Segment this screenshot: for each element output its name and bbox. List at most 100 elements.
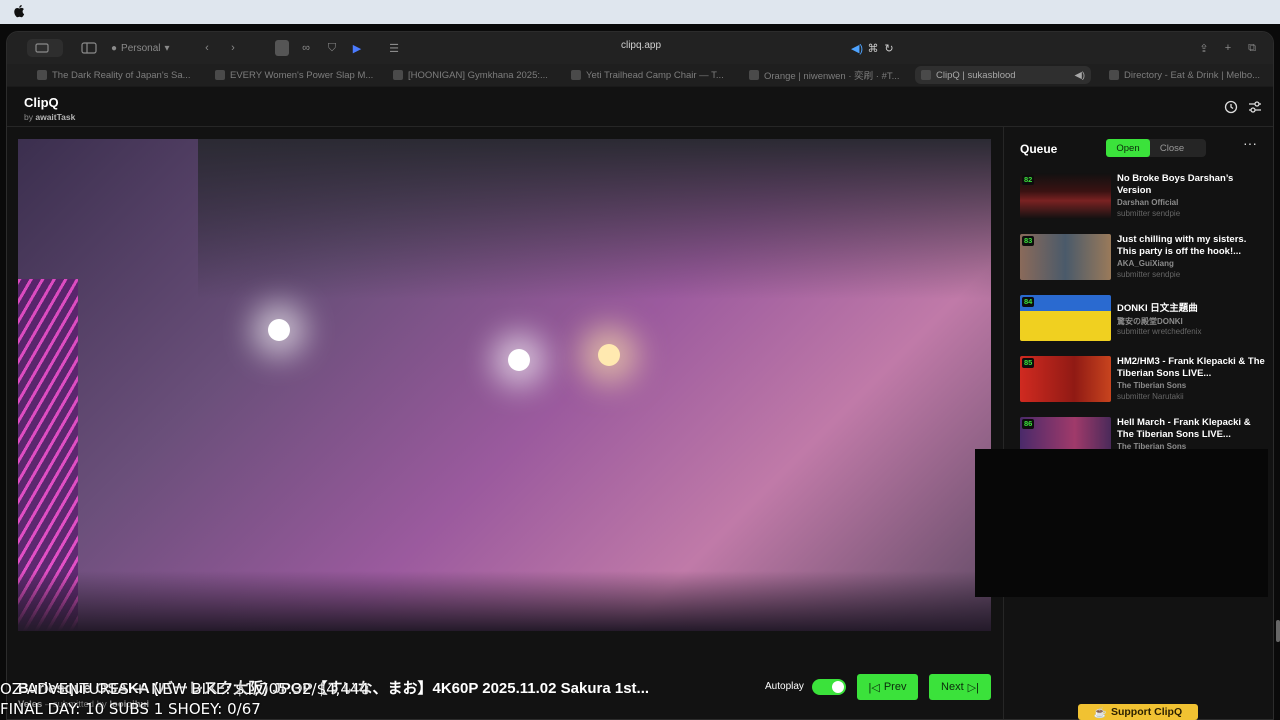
video-player[interactable] (18, 139, 991, 631)
queue-item[interactable]: 84 DONKI 日文主題曲 驚安の殿堂DONKI submitter wret… (1020, 295, 1270, 345)
queue-item-channel: Darshan Official (1117, 198, 1179, 207)
reader-icon[interactable]: ☰ (387, 40, 401, 56)
stream-goal-line-2: FINAL DAY: 10 SUBS 1 SHOEY: 0/67 (0, 700, 261, 718)
browser-toolbar: ● Personal ▾ ‹ › ∞ ⛉ ▶ ☰ clipq.app ◀) ⌘ … (7, 32, 1273, 64)
favicon-icon (571, 70, 581, 80)
skip-previous-icon: |◁ (868, 681, 880, 694)
stream-goal-line-1: OZ ADVENTURES + NEW BIKE: $1,705.32/$4,4… (0, 680, 370, 698)
browser-tab[interactable]: Directory - Eat & Drink | Melbo... (1103, 66, 1273, 84)
tab-label: Yeti Trailhead Camp Chair — T... (586, 69, 724, 81)
autoplay-label: Autoplay (765, 681, 804, 692)
queue-panel: Queue Open Close ··· 82 No Broke Boys Da… (1003, 127, 1273, 719)
extension-screenshot-icon[interactable] (275, 40, 289, 56)
video-frame-ceiling (198, 139, 991, 299)
favicon-icon (921, 70, 931, 80)
queue-open-button[interactable]: Open (1106, 139, 1150, 157)
queue-item-title: DONKI 日文主題曲 (1117, 303, 1198, 314)
apple-logo-icon[interactable] (13, 4, 25, 18)
new-tab-icon[interactable]: + (1221, 40, 1235, 56)
byline-author: awaitTask (35, 112, 76, 122)
tab-label: EVERY Women's Power Slap M... (230, 69, 374, 81)
queue-number: 84 (1022, 297, 1035, 307)
support-label: Support ClipQ (1110, 706, 1183, 718)
audio-playing-icon[interactable]: ◀) (851, 40, 863, 56)
webcam-overlay-blackout (975, 449, 1268, 597)
settings-sliders-icon[interactable] (1247, 99, 1263, 115)
favicon-icon (749, 70, 759, 80)
queue-item[interactable]: 83 Just chilling with my sisters. This p… (1020, 234, 1270, 284)
person-icon: ● (111, 42, 118, 54)
chevron-down-icon: ▾ (164, 42, 170, 54)
profile-label: Personal (121, 42, 161, 54)
video-frame-light (268, 319, 290, 341)
extension-blue-icon[interactable]: ▶ (349, 40, 365, 56)
speaker-icon[interactable]: ◀) (1075, 70, 1085, 81)
sidebar-toggle-icon[interactable] (81, 40, 97, 56)
more-options-icon[interactable]: ··· (1242, 136, 1258, 153)
clipq-page: ClipQ by awaitTask Burlesque OSAKA (バーレス… (7, 87, 1273, 719)
address-bar[interactable]: clipq.app (567, 40, 715, 51)
queue-item-title: No Broke Boys Darshan’s Version (1117, 173, 1234, 196)
next-button[interactable]: Next ▷| (929, 674, 991, 700)
video-frame-light (508, 349, 530, 371)
queue-item-submitter: submitter Narutakii (1117, 392, 1184, 401)
app-byline: by awaitTask (24, 112, 75, 122)
queue-item-title: Hell March - Frank Klepacki & The Tiberi… (1117, 417, 1251, 440)
tab-grid-icon[interactable]: ⧉ (1245, 40, 1259, 56)
queue-item-channel: AKA_GuiXiang (1117, 259, 1174, 268)
tab-label: [HOONIGAN] Gymkhana 2025:... (408, 69, 548, 81)
autoplay-toggle[interactable] (812, 679, 846, 695)
queue-item-submitter: submitter wretchedfenix (1117, 327, 1202, 336)
favicon-icon (37, 70, 47, 80)
queue-open-close-switch: Open Close (1106, 139, 1206, 157)
translate-icon[interactable]: ⌘ (867, 40, 879, 56)
support-clipq-button[interactable]: ☕ Support ClipQ (1078, 704, 1198, 720)
tab-label: Orange | niwenwen · 奕刷 · #T... (764, 71, 900, 82)
browser-window: ● Personal ▾ ‹ › ∞ ⛉ ▶ ☰ clipq.app ◀) ⌘ … (6, 31, 1274, 720)
favicon-icon (393, 70, 403, 80)
queue-item-title: Just chilling with my sisters. This part… (1117, 234, 1247, 257)
coffee-icon: ☕ (1093, 706, 1107, 719)
forward-button[interactable]: › (227, 40, 239, 56)
macos-menubar (0, 0, 1280, 24)
prev-label: Prev (883, 681, 907, 693)
chevron-left-icon: ‹ (205, 42, 209, 54)
queue-number: 86 (1022, 419, 1035, 429)
browser-tab[interactable]: The Dark Reality of Japan's Sa... (31, 66, 203, 84)
browser-tab[interactable]: EVERY Women's Power Slap M... (209, 66, 381, 84)
share-icon[interactable]: ⇪ (1197, 40, 1211, 56)
queue-close-button[interactable]: Close (1150, 139, 1194, 157)
video-frame-light (598, 344, 620, 366)
skip-next-icon: ▷| (967, 681, 979, 694)
queue-title: Queue (1020, 142, 1058, 156)
reload-icon[interactable]: ↻ (883, 40, 895, 56)
chevron-right-icon: › (231, 42, 235, 54)
tab-bar: The Dark Reality of Japan's Sa... EVERY … (7, 64, 1273, 86)
page-scrollbar[interactable] (1276, 620, 1280, 642)
queue-item-channel: 驚安の殿堂DONKI (1117, 317, 1183, 326)
tab-overview-icon (35, 43, 49, 53)
queue-item[interactable]: 85 HM2/HM3 - Frank Klepacki & The Tiberi… (1020, 356, 1270, 406)
back-button[interactable]: ‹ (201, 40, 213, 56)
browser-tab[interactable]: [HOONIGAN] Gymkhana 2025:... (387, 66, 559, 84)
history-icon[interactable] (1223, 99, 1239, 115)
queue-item-channel: The Tiberian Sons (1117, 381, 1187, 390)
extension-glasses-icon[interactable]: ∞ (299, 40, 313, 56)
queue-item[interactable]: 82 No Broke Boys Darshan’s Version Darsh… (1020, 173, 1270, 223)
tab-label: ClipQ | sukasblood (936, 69, 1016, 81)
browser-tab[interactable]: Yeti Trailhead Camp Chair — T... (565, 66, 737, 84)
queue-number: 82 (1022, 175, 1035, 185)
favicon-icon (215, 70, 225, 80)
queue-item-submitter: submitter sendpie (1117, 209, 1181, 218)
tab-label: Directory - Eat & Drink | Melbo... (1124, 69, 1261, 81)
browser-tab[interactable]: Orange | niwenwen · 奕刷 · #T... (743, 66, 915, 84)
profile-selector[interactable]: ● Personal ▾ (111, 40, 170, 56)
app-header: ClipQ by awaitTask (7, 87, 1273, 127)
tab-label: The Dark Reality of Japan's Sa... (52, 69, 191, 81)
prev-button[interactable]: |◁ Prev (857, 674, 918, 700)
browser-tab-active[interactable]: ClipQ | sukasblood ◀) (915, 66, 1091, 84)
app-logo[interactable]: ClipQ (24, 95, 59, 110)
toggle-knob (832, 681, 844, 693)
queue-item-title: HM2/HM3 - Frank Klepacki & The Tiberian … (1117, 356, 1265, 379)
extension-shield-icon[interactable]: ⛉ (325, 40, 339, 56)
